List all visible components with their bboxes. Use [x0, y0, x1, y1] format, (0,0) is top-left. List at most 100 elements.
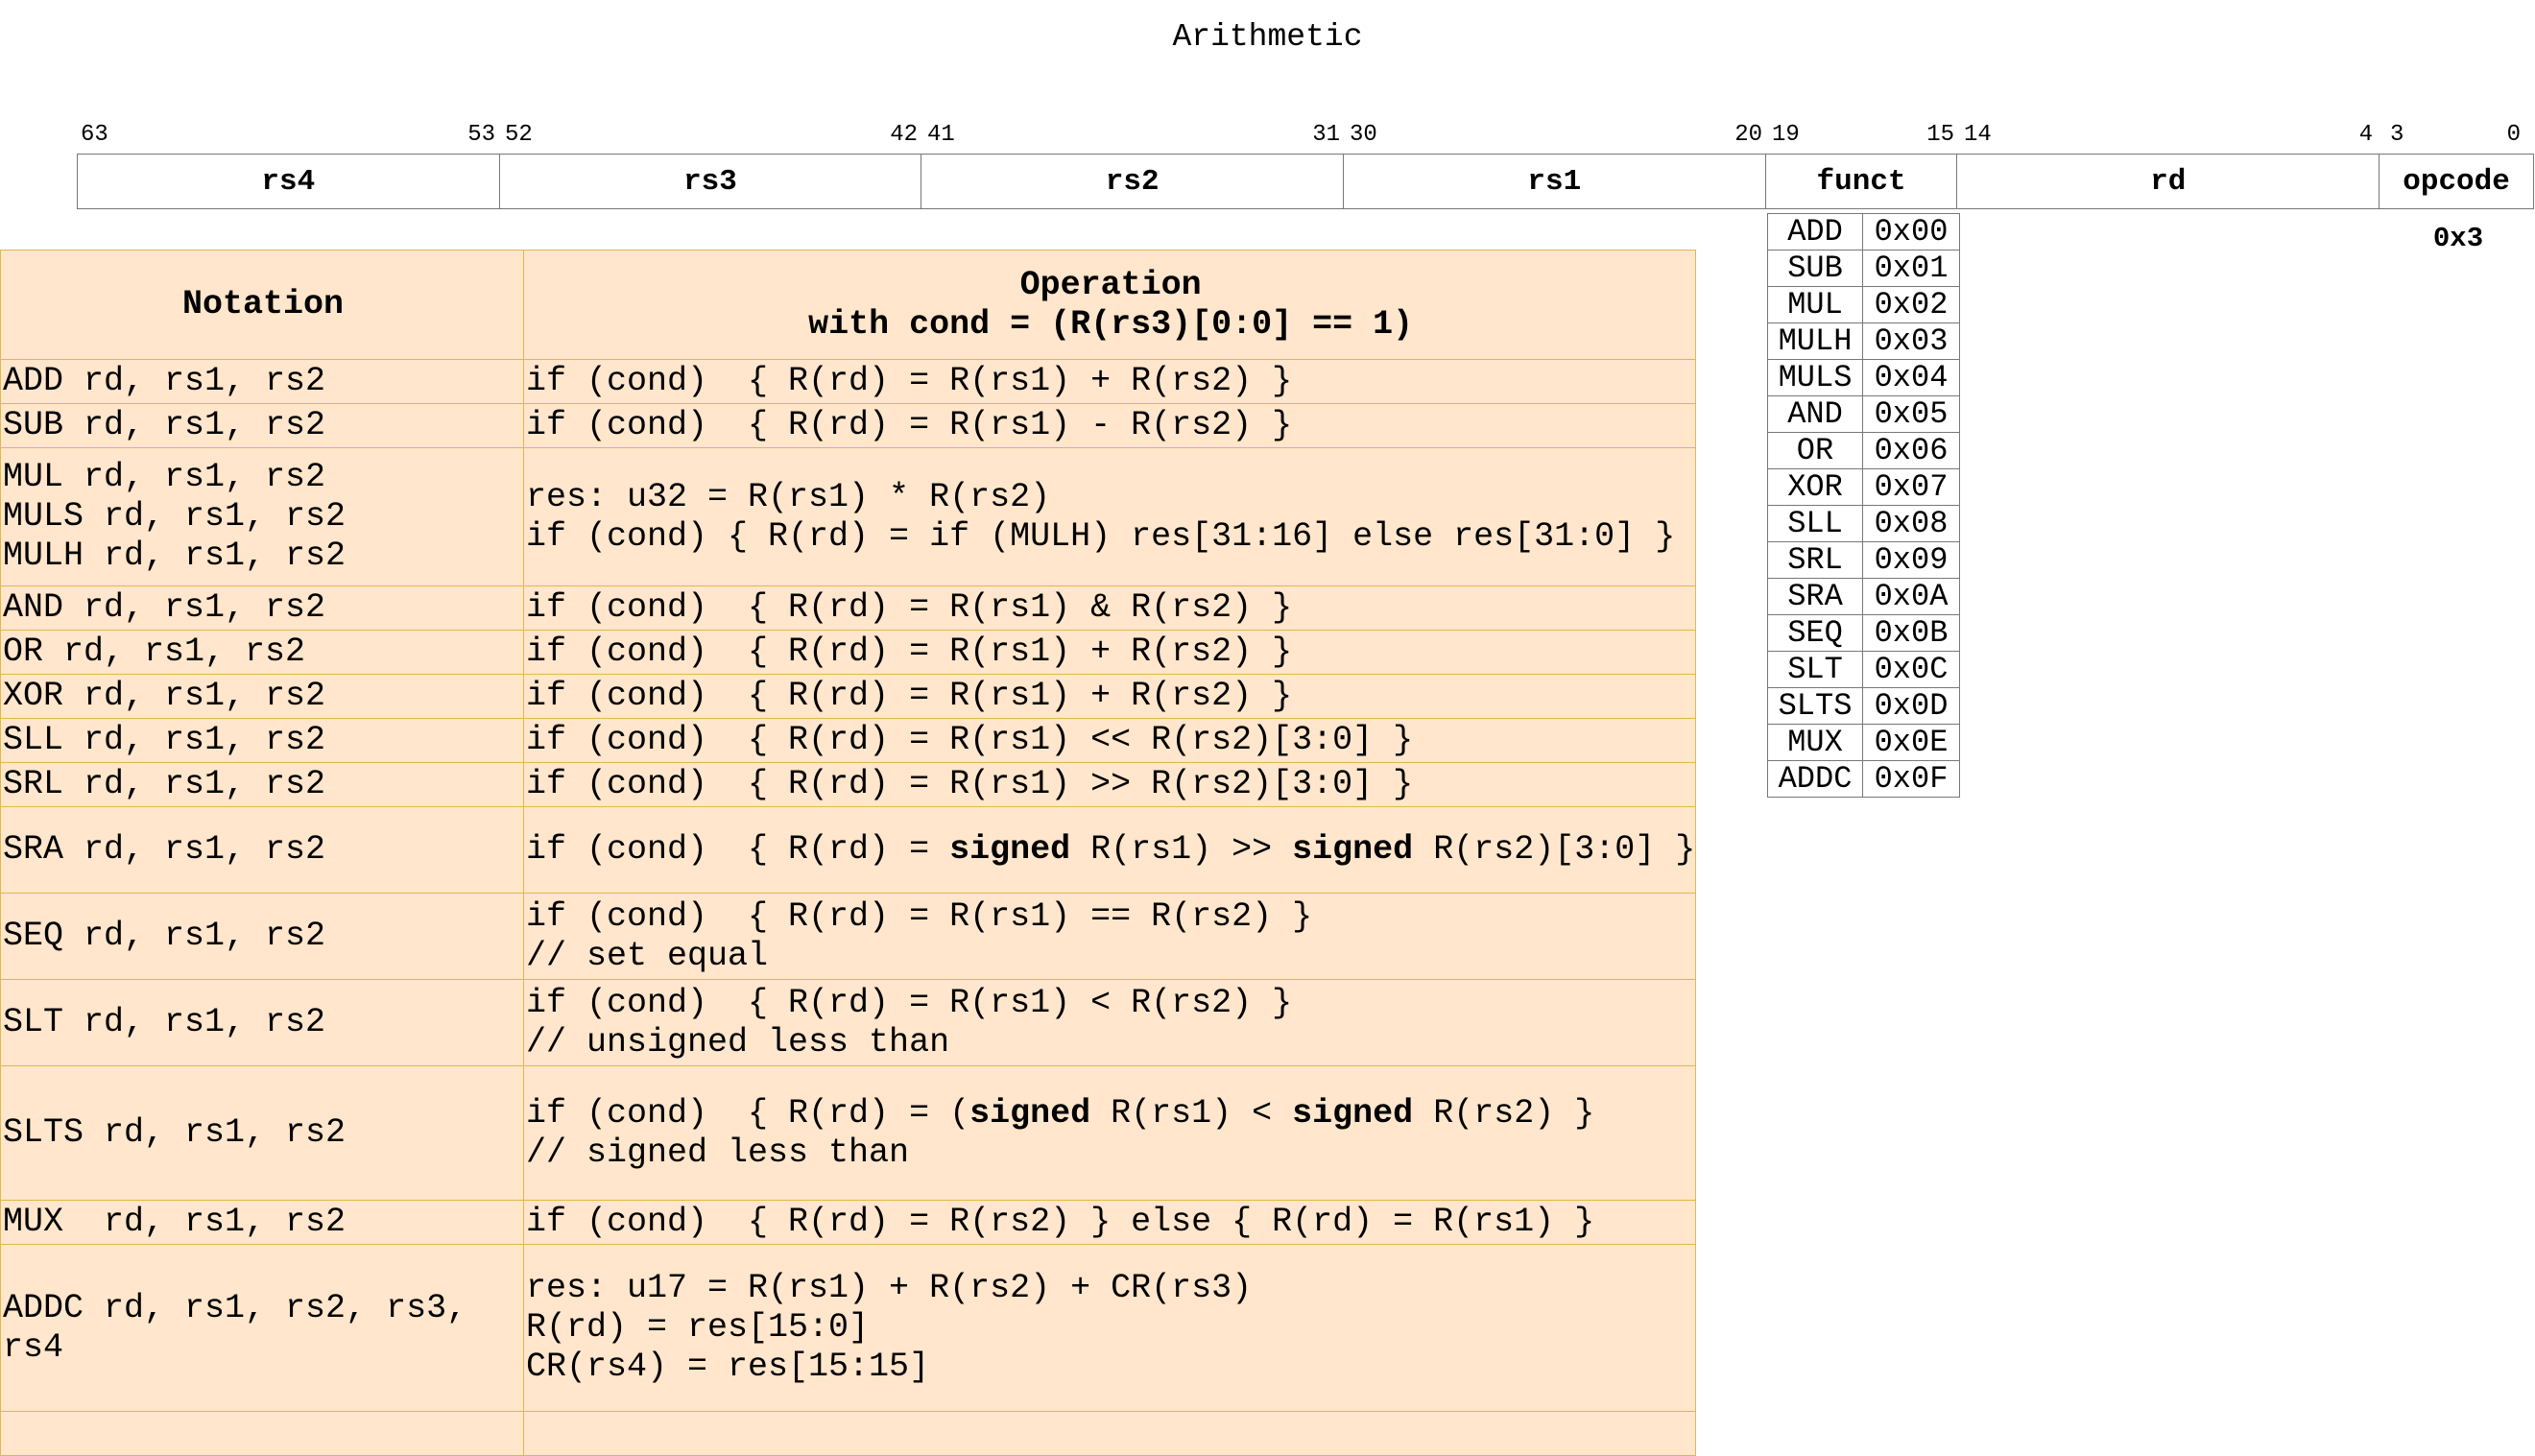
funct-code: 0x0D	[1862, 687, 1960, 725]
funct-code: 0x0E	[1862, 724, 1960, 761]
table-row: MUX rd, rs1, rs2 if (cond) { R(rd) = R(rs…	[0, 1200, 1697, 1245]
operation-text: if (cond) { R(rd) = R(rs1) >> R(rs2)[3:0…	[526, 765, 1414, 803]
operation-cell: if (cond) { R(rd) = R(rs1) + R(rs2) }	[522, 359, 1697, 404]
notation-cell: ADDC rd, rs1, rs2, rs3, rs4	[0, 1244, 524, 1412]
operation-line: if (cond) { R(rd) = R(rs1) < R(rs2) }	[526, 984, 1695, 1023]
operation-line: if (cond) { R(rd) = (signed R(rs1) < sig…	[526, 1094, 1695, 1134]
operation-text: if (cond) { R(rd) = R(rs1) & R(rs2) }	[526, 588, 1293, 627]
table-row: ADD rd, rs1, rs2 if (cond) { R(rd) = R(rs…	[0, 359, 1697, 404]
funct-row: SRL 0x09	[1767, 541, 1960, 579]
operation-text: // unsigned less than	[526, 1022, 950, 1062]
operation-cell: if (cond) { R(rd) = R(rs1) + R(rs2) }	[522, 674, 1697, 719]
operation-cell: if (cond) { R(rd) = R(rs1) == R(rs2) }//…	[522, 893, 1697, 980]
table-row: SUB rd, rs1, rs2 if (cond) { R(rd) = R(rs…	[0, 403, 1697, 448]
notation-line: SLT rd, rs1, rs2	[3, 1003, 326, 1041]
operation-line: res: u32 = R(rs1) * R(rs2)	[526, 478, 1695, 517]
table-row: MUL rd, rs1, rs2 MULS rd, rs1, rs2 MULH rd…	[0, 447, 1697, 586]
notation-line: MUX rd, rs1, rs2	[3, 1203, 347, 1241]
operation-cell: if (cond) { R(rd) = R(rs1) & R(rs2) }	[522, 585, 1697, 631]
funct-code: 0x0B	[1862, 614, 1960, 652]
operation-line: CR(rs4) = res[15:15]	[526, 1348, 1695, 1387]
notation-line: XOR rd, rs1, rs2	[3, 677, 326, 715]
funct-code: 0x05	[1862, 395, 1960, 433]
funct-row: MULH 0x03	[1767, 322, 1960, 360]
funct-name: OR	[1767, 432, 1863, 469]
notation-line: SEQ rd, rs1, rs2	[3, 917, 326, 955]
operation-text: CR(rs4) = res[15:15]	[526, 1348, 930, 1386]
operation-cell: if (cond) { R(rd) = R(rs2) } else { R(rd…	[522, 1200, 1697, 1245]
field-rs1: rs1	[1344, 155, 1766, 208]
operation-cell: if (cond) { R(rd) = R(rs1) >> R(rs2)[3:0…	[522, 762, 1697, 807]
funct-name: ADD	[1767, 213, 1863, 251]
operation-text: if (cond) { R(rd) =	[526, 830, 950, 869]
notation-line: SRL rd, rs1, rs2	[3, 765, 326, 803]
notation-cell: XOR rd, rs1, rs2	[0, 674, 524, 719]
operation-line: res: u17 = R(rs1) + R(rs2) + CR(rs3)	[526, 1269, 1695, 1308]
funct-name: SLL	[1767, 505, 1863, 542]
funct-name: SEQ	[1767, 614, 1863, 652]
operation-text: if (cond) { R(rd) = R(rs1) + R(rs2) }	[526, 677, 1293, 715]
operation-cell: if (cond) { R(rd) = R(rs1) << R(rs2)[3:0…	[522, 718, 1697, 763]
bit-number: 41	[927, 122, 955, 148]
table-row: SRA rd, rs1, rs2 if (cond) { R(rd) = sign…	[0, 806, 1697, 894]
funct-row: SUB 0x01	[1767, 250, 1960, 287]
notation-line: ADDC rd, rs1, rs2, rs3,	[3, 1288, 467, 1327]
notation-cell: SLT rd, rs1, rs2	[0, 979, 524, 1066]
funct-name: SLT	[1767, 651, 1863, 688]
table-row: OR rd, rs1, rs2 if (cond) { R(rd) = R(rs1…	[0, 630, 1697, 675]
notation-cell: SLTS rd, rs1, rs2	[0, 1065, 524, 1201]
operation-line: // unsigned less than	[526, 1023, 1695, 1062]
funct-name: MULS	[1767, 359, 1863, 396]
table-row: XOR rd, rs1, rs2 if (cond) { R(rd) = R(rs…	[0, 674, 1697, 719]
table-row: ADDC rd, rs1, rs2, rs3, rs4 res: u17 = R(r…	[0, 1244, 1697, 1412]
field-rd: rd	[1957, 155, 2380, 208]
funct-row: SLTS 0x0D	[1767, 687, 1960, 725]
bit-number: 42	[890, 122, 918, 148]
operation-header: Operation with cond = (R(rs3)[0:0] == 1)	[522, 250, 1697, 360]
notation-cell: SEQ rd, rs1, rs2	[0, 893, 524, 980]
table-row: SLT rd, rs1, rs2 if (cond) { R(rd) = R(rs…	[0, 979, 1697, 1066]
notation-line: rs4	[3, 1327, 64, 1367]
notation-cell: MUX rd, rs1, rs2	[0, 1200, 524, 1245]
field-rs2: rs2	[921, 155, 1344, 208]
operation-line: if (cond) { R(rd) = if (MULH) res[31:16]…	[526, 517, 1695, 557]
table-row: SRL rd, rs1, rs2 if (cond) { R(rd) = R(rs…	[0, 762, 1697, 807]
funct-name: SRA	[1767, 578, 1863, 615]
funct-code: 0x02	[1862, 286, 1960, 323]
keyword-signed: signed	[1292, 830, 1414, 869]
funct-row: SRA 0x0A	[1767, 578, 1960, 615]
notation-cell: SRL rd, rs1, rs2	[0, 762, 524, 807]
funct-code: 0x01	[1862, 250, 1960, 287]
keyword-signed: signed	[969, 1093, 1091, 1133]
operation-text: R(rs2) }	[1413, 1093, 1595, 1133]
operation-line: // signed less than	[526, 1134, 1695, 1173]
operation-text: R(rs1) <	[1090, 1093, 1293, 1133]
operation-cell: if (cond) { R(rd) = R(rs1) + R(rs2) }	[522, 630, 1697, 675]
instruction-format-bar: rs4 rs3 rs2 rs1 funct rd opcode	[77, 154, 2534, 209]
opcode-value: 0x3	[2432, 223, 2484, 254]
operation-text: if (cond) { R(rd) = R(rs1) == R(rs2) }	[526, 896, 1313, 936]
bit-number: 3	[2390, 122, 2404, 148]
operation-cell: if (cond) { R(rd) = R(rs1) - R(rs2) }	[522, 403, 1697, 448]
funct-name: MULH	[1767, 322, 1863, 360]
notation-line: SRA rd, rs1, rs2	[3, 830, 326, 869]
operation-header-line: Operation	[1019, 265, 1202, 304]
operation-cell: if (cond) { R(rd) = signed R(rs1) >> sig…	[522, 806, 1697, 894]
bit-number: 63	[81, 122, 108, 148]
funct-row: XOR 0x07	[1767, 468, 1960, 506]
notation-cell: SRA rd, rs1, rs2	[0, 806, 524, 894]
notation-cell: MUL rd, rs1, rs2 MULS rd, rs1, rs2 MULH rd…	[0, 447, 524, 586]
notation-header: Notation	[0, 250, 524, 360]
field-rs4: rs4	[78, 155, 500, 208]
funct-row: AND 0x05	[1767, 395, 1960, 433]
funct-row: MUL 0x02	[1767, 286, 1960, 323]
funct-name: SRL	[1767, 541, 1863, 579]
bit-number: 53	[467, 122, 495, 148]
operation-text: // set equal	[526, 936, 769, 975]
notation-line: MULS rd, rs1, rs2	[3, 497, 347, 536]
operation-text: if (cond) { R(rd) = if (MULH) res[31:16]…	[526, 516, 1676, 556]
operation-cell: res: u17 = R(rs1) + R(rs2) + CR(rs3) R(rd…	[522, 1244, 1697, 1412]
operation-line: if (cond) { R(rd) = R(rs1) + R(rs2) }	[526, 677, 1695, 716]
operation-text: R(rd) = res[15:0]	[526, 1308, 870, 1347]
operation-cell: if (cond) { R(rd) = (signed R(rs1) < sig…	[522, 1065, 1697, 1201]
